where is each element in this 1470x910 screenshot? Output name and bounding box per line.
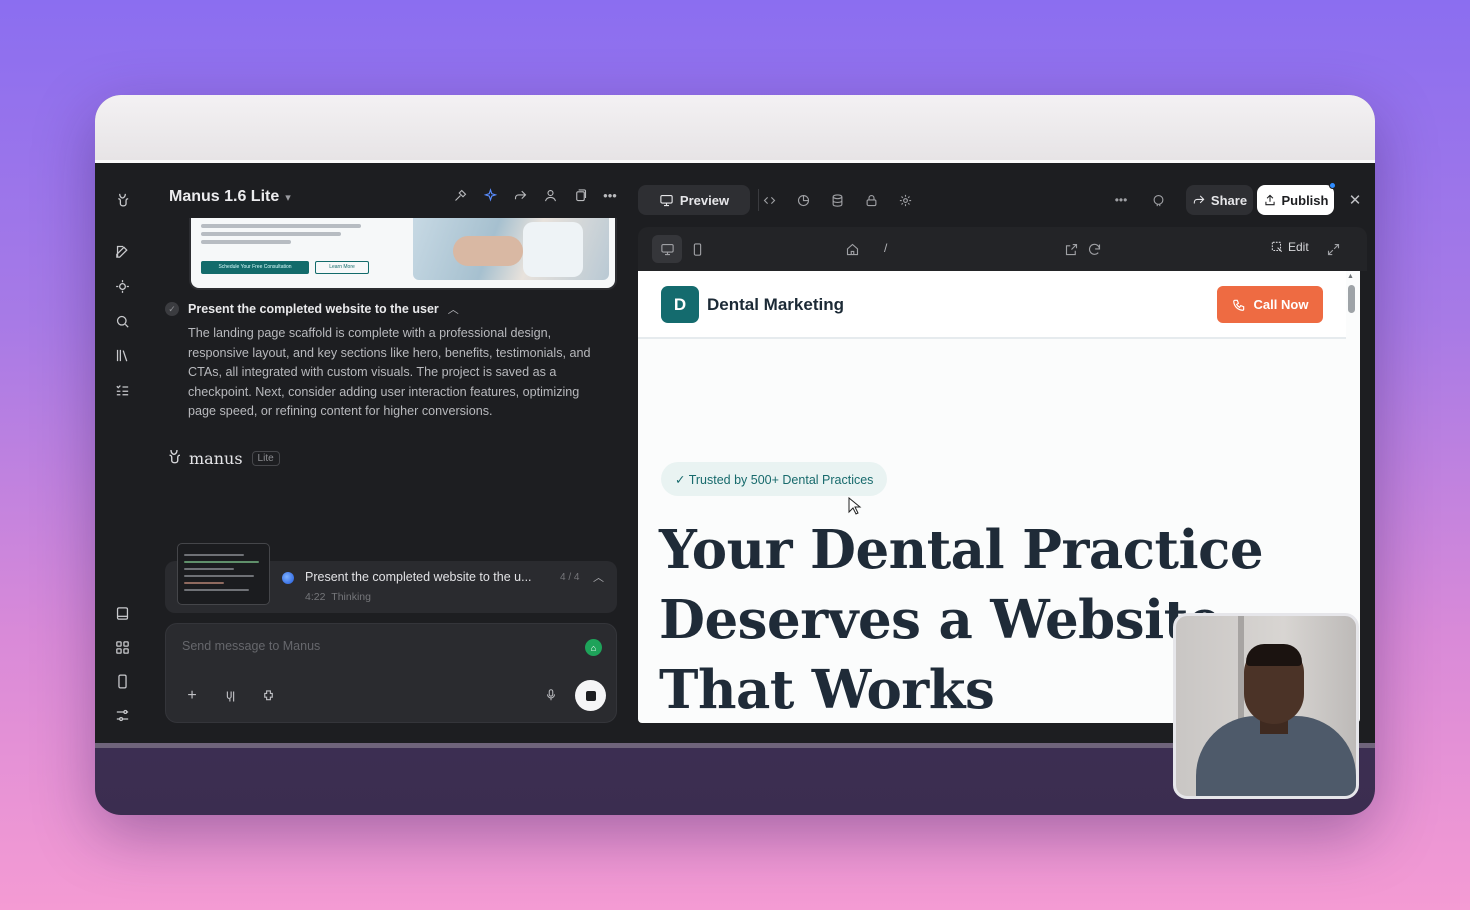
- gear-icon[interactable]: [896, 191, 914, 209]
- publish-label: Publish: [1281, 192, 1329, 208]
- search-icon[interactable]: [111, 310, 133, 332]
- apps-grid-icon[interactable]: [111, 636, 133, 658]
- library-icon[interactable]: [111, 344, 133, 366]
- trust-badge: ✓ Trusted by 500+ Dental Practices: [661, 462, 888, 496]
- scrollbar-thumb[interactable]: [1348, 285, 1355, 313]
- lock-icon[interactable]: [862, 191, 880, 209]
- brand-name: manus: [189, 449, 243, 468]
- edit-button[interactable]: Edit: [1270, 240, 1309, 254]
- share-arrow-icon[interactable]: [511, 185, 529, 205]
- chevron-up-icon[interactable]: ︿: [593, 569, 604, 585]
- analytics-icon[interactable]: [794, 191, 812, 209]
- preview-toolbar: Preview ••• Share Publish ✕: [638, 182, 1367, 217]
- terminal-thumbnail: [177, 543, 270, 605]
- share-arrow-icon: [1193, 195, 1205, 204]
- task-title: Present the completed website to the u..…: [305, 570, 532, 584]
- expand-icon[interactable]: [1324, 240, 1342, 258]
- database-icon[interactable]: [828, 191, 846, 209]
- chat-header: Manus 1.6 Lite ▾ •••: [169, 185, 619, 209]
- message-composer: ⌂ +: [165, 623, 617, 723]
- site-navbar: D Dental Marketing Call Now: [638, 271, 1346, 339]
- refresh-icon[interactable]: [1085, 240, 1103, 258]
- chat-panel: Manus 1.6 Lite ▾ ••• Schedule Your Free …: [150, 163, 630, 743]
- code-icon[interactable]: [760, 191, 778, 209]
- upload-icon: [1264, 194, 1275, 206]
- url-path[interactable]: /: [884, 241, 887, 255]
- step-title: Present the completed website to the use…: [188, 302, 439, 316]
- stop-button[interactable]: [575, 680, 606, 711]
- files-icon[interactable]: [571, 185, 589, 205]
- model-selector[interactable]: Manus 1.6 Lite: [169, 188, 279, 206]
- website-thumbnail[interactable]: Schedule Your Free Consultation Learn Mo…: [189, 218, 617, 290]
- more-horizontal-icon[interactable]: •••: [1112, 191, 1130, 209]
- manus-brand: manus Lite: [165, 447, 280, 470]
- mobile-device-icon[interactable]: [688, 240, 706, 258]
- chat-header-actions: •••: [451, 185, 619, 205]
- settings-sliders-icon[interactable]: [111, 704, 133, 726]
- desktop-icon[interactable]: [658, 240, 676, 258]
- site-logo[interactable]: D: [661, 286, 699, 323]
- thumbnail-secondary-cta: Learn More: [315, 261, 369, 274]
- progress-dot-icon: [282, 572, 294, 584]
- share-label: Share: [1210, 192, 1248, 208]
- task-step-count: 4 / 4: [560, 572, 580, 583]
- task-progress-card[interactable]: Present the completed website to the u..…: [165, 543, 617, 613]
- close-icon[interactable]: ✕: [1346, 191, 1364, 209]
- publish-button[interactable]: Publish: [1257, 182, 1336, 215]
- stop-icon: [585, 690, 596, 701]
- notification-dot: [1329, 182, 1336, 189]
- webcam-overlay: [1173, 613, 1359, 799]
- call-now-button[interactable]: Call Now: [1217, 286, 1323, 323]
- chevron-up-icon[interactable]: ︿: [448, 301, 459, 317]
- microphone-icon[interactable]: [544, 688, 560, 704]
- agents-icon[interactable]: [111, 275, 133, 297]
- user-icon[interactable]: [541, 185, 559, 205]
- book-icon[interactable]: [111, 602, 133, 624]
- manus-logo-icon[interactable]: [111, 188, 133, 210]
- manus-logo-icon: [165, 447, 183, 470]
- phone-icon: [1232, 299, 1244, 311]
- thumbnail-primary-cta: Schedule Your Free Consultation: [201, 261, 309, 274]
- more-horizontal-icon[interactable]: •••: [601, 185, 619, 205]
- device-toggle: [652, 235, 716, 263]
- chevron-down-icon[interactable]: ▾: [285, 191, 291, 204]
- toolbar-divider: [758, 189, 759, 211]
- edit-label: Edit: [1288, 240, 1309, 254]
- site-brand-name[interactable]: Dental Marketing: [707, 295, 844, 315]
- plus-icon[interactable]: +: [183, 687, 201, 705]
- plugin-icon[interactable]: [259, 687, 277, 705]
- open-external-icon[interactable]: [1062, 240, 1080, 258]
- thumbnail-dentist-photo: [413, 218, 609, 280]
- step-description: The landing page scaffold is complete wi…: [188, 326, 591, 419]
- scroll-up-arrow[interactable]: ▲: [1347, 273, 1354, 280]
- connectors-icon[interactable]: [221, 687, 239, 705]
- tasks-list-icon[interactable]: [111, 379, 133, 401]
- window-titlebar: [95, 95, 1375, 163]
- github-icon[interactable]: [1149, 191, 1167, 209]
- step-header[interactable]: ✓ Present the completed website to the u…: [165, 301, 459, 317]
- select-edit-icon: [1271, 241, 1283, 253]
- new-task-icon[interactable]: [111, 240, 133, 262]
- share-button[interactable]: Share: [1186, 185, 1253, 215]
- home-icon[interactable]: [843, 240, 861, 258]
- mobile-device-icon[interactable]: [111, 670, 133, 692]
- connector-badge-icon[interactable]: ⌂: [585, 639, 602, 656]
- task-time: 4:22 Thinking: [305, 591, 371, 603]
- preview-tab[interactable]: Preview: [638, 185, 750, 215]
- thumbnail-text-lines: [201, 224, 396, 248]
- call-now-label: Call Now: [1253, 297, 1309, 312]
- plan-badge: Lite: [251, 451, 280, 466]
- tools-icon[interactable]: [451, 185, 469, 205]
- check-icon: ✓: [165, 302, 179, 316]
- preview-nav-bar: / Edit: [638, 227, 1367, 271]
- preview-tab-label: Preview: [679, 192, 730, 208]
- left-rail: [95, 163, 150, 743]
- sparkle-icon[interactable]: [481, 185, 499, 205]
- message-input[interactable]: [182, 639, 562, 653]
- composer-tools: +: [183, 687, 277, 705]
- monitor-icon: [660, 194, 673, 206]
